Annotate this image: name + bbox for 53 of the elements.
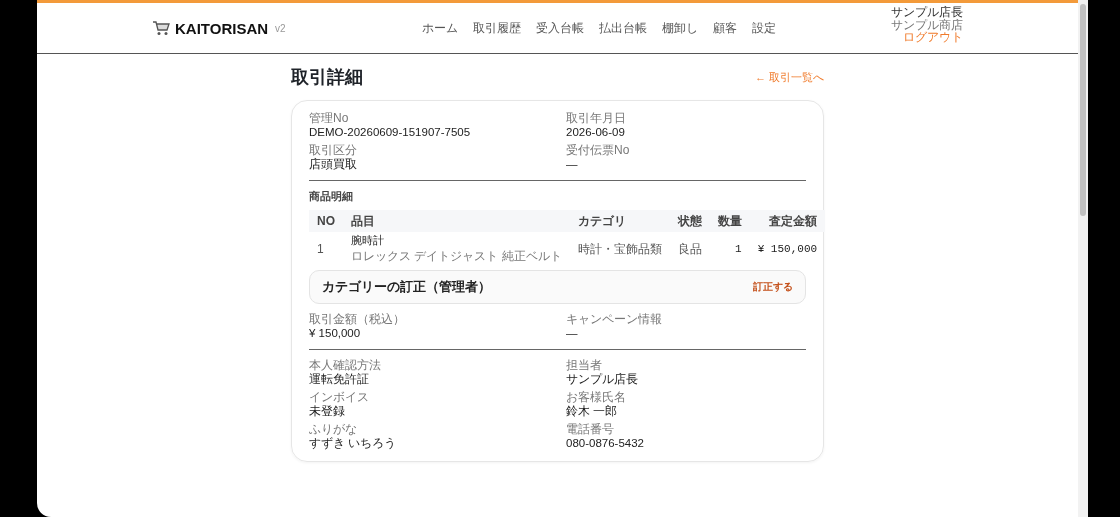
field-value: 未登録 bbox=[309, 404, 346, 419]
nav-link[interactable]: 設定 bbox=[751, 19, 776, 37]
page-title: 取引詳細 bbox=[291, 66, 363, 89]
field-label: 電話番号 bbox=[566, 422, 615, 436]
column-header: NO bbox=[309, 210, 343, 232]
column-header: 査定金額 bbox=[749, 210, 826, 232]
field-label: 担当者 bbox=[566, 358, 603, 372]
table-cell: 時計・宝飾品類 bbox=[569, 232, 670, 266]
field-label: お客様氏名 bbox=[566, 390, 627, 404]
nav-link[interactable]: 棚卸し bbox=[661, 19, 698, 37]
field-value: 店頭買取 bbox=[309, 157, 358, 172]
field-value: — bbox=[566, 157, 579, 172]
field-value: 2026-06-09 bbox=[566, 125, 626, 140]
table-cell: 腕時計 ロレックス デイトジャスト 純正ベルト bbox=[343, 232, 570, 266]
field-label: ふりがな bbox=[309, 422, 358, 436]
table-cell: 1 bbox=[309, 232, 343, 266]
shop-name: サンプル商店 bbox=[891, 18, 963, 32]
field-value: — bbox=[566, 326, 579, 341]
field-label: インボイス bbox=[309, 390, 370, 404]
cart-icon bbox=[152, 20, 170, 36]
column-header: カテゴリ bbox=[569, 210, 670, 232]
nav-link[interactable]: 取引履歴 bbox=[472, 19, 521, 37]
correct-button[interactable]: 訂正する bbox=[753, 280, 793, 294]
nav-link[interactable]: 払出台帳 bbox=[598, 19, 647, 37]
user-name: サンプル店長 bbox=[891, 6, 963, 19]
field-value: DEMO-20260609-151907-7505 bbox=[309, 125, 472, 140]
table-cell: ¥ 150,000 bbox=[749, 232, 826, 266]
column-header: 品目 bbox=[343, 210, 570, 232]
field-label: 取引年月日 bbox=[566, 111, 627, 125]
app-logo: KAITORISAN bbox=[175, 19, 269, 37]
field-value: ¥ 150,000 bbox=[309, 326, 362, 341]
scrollbar[interactable] bbox=[1078, 0, 1088, 517]
field-label: 取引区分 bbox=[309, 143, 358, 157]
field-label: 本人確認方法 bbox=[309, 358, 382, 372]
field-label: 受付伝票No bbox=[566, 143, 631, 157]
field-value: 鈴木 一郎 bbox=[566, 404, 619, 419]
nav-link[interactable]: 受入台帳 bbox=[535, 19, 584, 37]
field-value: 運転免許証 bbox=[309, 372, 370, 387]
nav-link[interactable]: 顧客 bbox=[712, 19, 737, 37]
field-label: 管理No bbox=[309, 111, 350, 125]
column-header: 数量 bbox=[709, 210, 750, 232]
table-cell: 良品 bbox=[669, 232, 710, 266]
table-cell: 1 bbox=[709, 232, 750, 266]
section-title: 商品明細 bbox=[309, 189, 354, 204]
field-value: サンプル店長 bbox=[566, 372, 639, 387]
field-label: 取引金額（税込） bbox=[309, 312, 406, 326]
field-value: すずき いちろう bbox=[309, 436, 398, 451]
nav-link[interactable]: ホーム bbox=[421, 19, 458, 37]
version-label: v2 bbox=[275, 22, 286, 34]
field-value: 080-0876-5432 bbox=[566, 436, 645, 451]
field-label: キャンペーン情報 bbox=[566, 312, 663, 326]
panel-title: カテゴリーの訂正（管理者） bbox=[322, 278, 491, 296]
column-header: 状態 bbox=[669, 210, 710, 232]
